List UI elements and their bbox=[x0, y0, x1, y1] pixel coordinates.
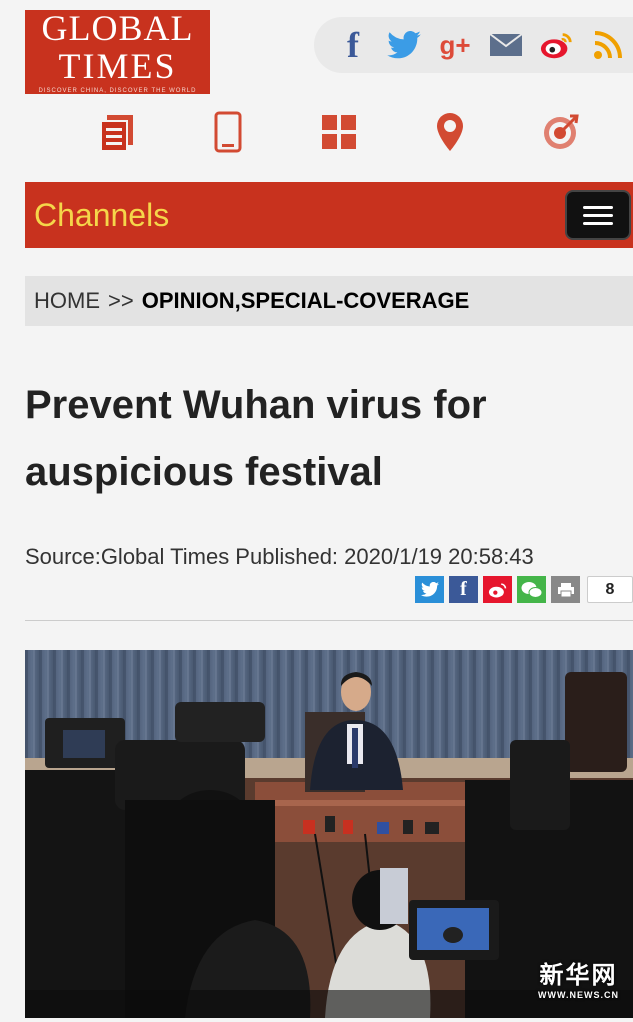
mail-icon[interactable] bbox=[489, 28, 523, 62]
documents-icon[interactable] bbox=[97, 108, 141, 156]
share-weibo-icon[interactable] bbox=[483, 576, 512, 603]
channels-bar[interactable]: Channels bbox=[25, 182, 633, 248]
breadcrumb-home-link[interactable]: HOME bbox=[34, 288, 100, 314]
twitter-icon[interactable] bbox=[387, 28, 421, 62]
watermark-url: WWW.NEWS.CN bbox=[538, 990, 619, 1000]
hamburger-icon bbox=[583, 205, 613, 209]
breadcrumb: HOME >> OPINION, SPECIAL-COVERAGE bbox=[25, 276, 633, 326]
section-icons-row bbox=[0, 108, 633, 158]
share-wechat-icon[interactable] bbox=[517, 576, 546, 603]
grid-icon[interactable] bbox=[317, 108, 361, 156]
logo-tagline: DISCOVER CHINA, DISCOVER THE WORLD bbox=[38, 88, 197, 94]
share-twitter-icon[interactable] bbox=[415, 576, 444, 603]
google-plus-icon[interactable]: g+ bbox=[438, 28, 472, 62]
share-count-badge: 8 bbox=[587, 576, 633, 603]
breadcrumb-section-special-coverage[interactable]: SPECIAL-COVERAGE bbox=[241, 288, 470, 314]
logo-line-1: GLOBAL bbox=[41, 8, 194, 48]
menu-toggle-button[interactable] bbox=[565, 190, 631, 240]
share-facebook-icon[interactable]: f bbox=[449, 576, 478, 603]
divider bbox=[25, 620, 633, 621]
article-source-line: Source:Global Times Published: 2020/1/19… bbox=[25, 544, 534, 569]
article-title: Prevent Wuhan virus for auspicious festi… bbox=[25, 383, 487, 494]
weibo-icon[interactable] bbox=[540, 28, 574, 62]
mobile-icon[interactable] bbox=[206, 108, 250, 156]
location-icon[interactable] bbox=[428, 108, 472, 156]
social-share-bar: f g+ bbox=[314, 17, 633, 73]
share-print-icon[interactable] bbox=[551, 576, 580, 603]
target-icon[interactable] bbox=[538, 108, 582, 156]
logo-line-2: TIMES bbox=[58, 46, 177, 86]
watermark-chinese: 新华网 bbox=[539, 962, 618, 989]
facebook-icon[interactable]: f bbox=[336, 25, 370, 65]
channels-label: Channels bbox=[34, 196, 170, 233]
global-times-logo[interactable]: GLOBAL TIMES DISCOVER CHINA, DISCOVER TH… bbox=[25, 10, 210, 94]
xinhua-watermark: 新华网 WWW.NEWS.CN bbox=[538, 955, 619, 1000]
article-photo[interactable]: 新华网 WWW.NEWS.CN bbox=[25, 650, 633, 1018]
breadcrumb-section-opinion[interactable]: OPINION bbox=[142, 288, 235, 314]
article-share-buttons: f 8 bbox=[415, 576, 633, 603]
rss-icon[interactable] bbox=[591, 28, 625, 62]
breadcrumb-separator: >> bbox=[108, 288, 134, 313]
